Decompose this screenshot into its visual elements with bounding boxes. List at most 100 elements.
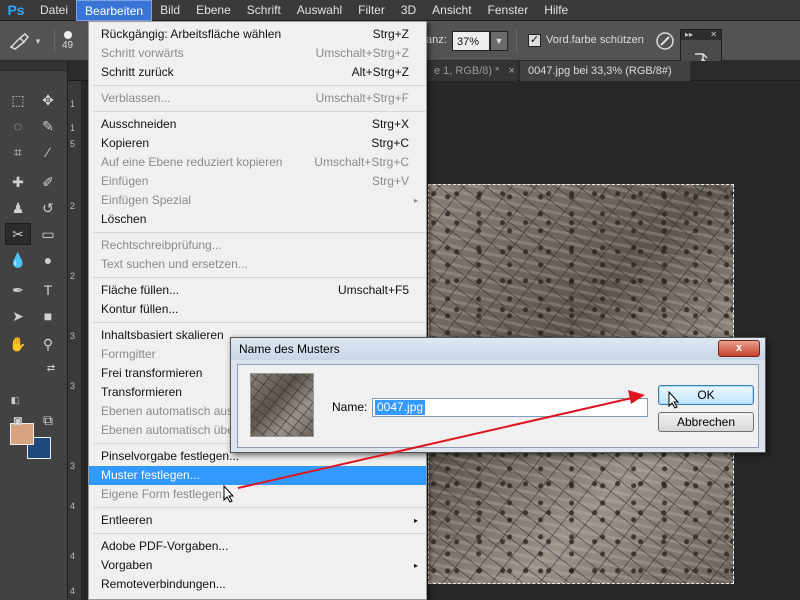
cancel-button[interactable]: Abbrechen	[658, 412, 754, 432]
menu-item-find-replace: Text suchen und ersetzen...	[101, 257, 248, 271]
menu-ansicht[interactable]: Ansicht	[424, 0, 479, 21]
shortcut: Strg+V	[371, 174, 409, 188]
submenu-arrow-icon: ▸	[413, 516, 418, 525]
menu-auswahl[interactable]: Auswahl	[289, 0, 350, 21]
tablet-pressure-icon	[656, 32, 674, 50]
quick-mask-icon[interactable]: ◙	[5, 409, 31, 431]
shortcut: Umschalt+Strg+F	[315, 91, 409, 105]
tab-document-0047[interactable]: 0047.jpg bei 33,3% (RGB/8#) ×	[520, 61, 690, 97]
quick-selection-tool-icon[interactable]: ✎	[35, 115, 61, 137]
panel-grip[interactable]	[0, 61, 67, 71]
menu-item-remote-connections[interactable]: Remoteverbindungen...	[89, 575, 426, 594]
menu-hilfe[interactable]: Hilfe	[536, 0, 576, 21]
menu-separator	[93, 507, 426, 508]
protect-foreground-checkbox[interactable]: ✓	[528, 34, 541, 47]
opacity-label: anz:	[426, 34, 447, 46]
brush-dot-icon	[64, 31, 72, 39]
dropdown-arrow-icon: ▼	[34, 36, 42, 46]
chevron-down-icon: ▼	[494, 36, 504, 46]
eyedropper-tool-icon[interactable]: ⁄	[35, 141, 61, 163]
brush-tool-icon	[9, 32, 30, 50]
menu-ebene[interactable]: Ebene	[188, 0, 239, 21]
screen-mode-icon[interactable]: ⧉	[35, 409, 61, 431]
divider	[516, 29, 517, 53]
history-brush-tool-icon[interactable]: ↺	[35, 197, 61, 219]
ruler-number: 2	[70, 271, 76, 281]
pattern-name-value: 0047.jpg	[375, 400, 426, 415]
menu-3d[interactable]: 3D	[393, 0, 424, 21]
menu-item-purge[interactable]: Entleeren ▸	[89, 511, 426, 530]
hand-tool-icon[interactable]: ✋	[5, 333, 31, 355]
menu-bild[interactable]: Bild	[152, 0, 188, 21]
rectangle-tool-icon[interactable]: ■	[35, 305, 61, 327]
menu-item-presets[interactable]: Vorgaben ▸	[89, 556, 426, 575]
brush-tool-icon[interactable]: ✐	[35, 171, 61, 193]
close-button[interactable]: x	[718, 340, 760, 357]
opacity-field[interactable]: 37%	[452, 31, 490, 51]
ruler-number: 1	[70, 99, 76, 109]
menu-filter[interactable]: Filter	[350, 0, 393, 21]
menu-separator	[93, 85, 426, 86]
eraser-tool-icon[interactable]: ✂	[5, 223, 31, 245]
crop-tool-icon[interactable]: ⌗	[5, 141, 31, 163]
menu-schrift[interactable]: Schrift	[239, 0, 289, 21]
vertical-ruler: 1 1 5 2 2 3 3 3 4 4 4	[68, 81, 82, 600]
submenu-arrow-icon: ▸	[413, 196, 418, 205]
dodge-tool-icon[interactable]: ●	[35, 249, 61, 271]
close-icon[interactable]: ×	[508, 65, 514, 77]
menu-item-step-forward: Schritt vorwärts Umschalt+Strg+Z	[89, 44, 426, 63]
menu-item-define-pattern[interactable]: Muster festlegen...	[89, 466, 426, 485]
ruler-number: 3	[70, 461, 76, 471]
shortcut: Umschalt+Strg+C	[314, 155, 409, 169]
zoom-tool-icon[interactable]: ⚲	[35, 333, 61, 355]
menu-separator	[93, 232, 426, 233]
opacity-dropdown-button[interactable]: ▼	[490, 31, 508, 51]
pattern-name-input[interactable]: 0047.jpg	[372, 398, 648, 417]
pattern-name-dialog: Name des Musters x Name: 0047.jpg OK Abb…	[230, 337, 766, 453]
bearbeiten-menu: Rückgängig: Arbeitsfläche wählen Strg+Z S…	[88, 21, 427, 600]
menu-item-cut[interactable]: Ausschneiden Strg+X	[89, 115, 426, 134]
type-tool-icon[interactable]: T	[35, 279, 61, 301]
protect-foreground-label: Vord.farbe schützen	[546, 34, 644, 46]
menu-bearbeiten[interactable]: Bearbeiten	[76, 0, 153, 21]
menu-item-fill[interactable]: Fläche füllen... Umschalt+F5	[89, 281, 426, 300]
ruler-number: 2	[70, 201, 76, 211]
photoshop-logo: Ps	[7, 2, 25, 18]
ruler-number: 5	[70, 139, 76, 149]
swap-colors-icon[interactable]: ⇄	[38, 357, 64, 379]
path-selection-tool-icon[interactable]: ➤	[5, 305, 31, 327]
divider	[54, 29, 55, 53]
shortcut: Umschalt+Strg+Z	[315, 46, 409, 60]
tab-document-1[interactable]: e 1, RGB/8) * ×	[426, 61, 518, 81]
blur-tool-icon[interactable]: 💧	[5, 249, 31, 271]
lasso-tool-icon[interactable]: ◌	[5, 115, 31, 137]
move-tool-icon[interactable]: ✥	[35, 89, 61, 111]
menu-fenster[interactable]: Fenster	[480, 0, 537, 21]
tool-preset-picker[interactable]: ▼	[8, 30, 48, 52]
default-colors-icon[interactable]: ◧	[2, 389, 28, 411]
menu-item-clear[interactable]: Löschen	[89, 210, 426, 229]
shortcut: Umschalt+F5	[337, 283, 409, 297]
menu-item-copy[interactable]: Kopieren Strg+C	[89, 134, 426, 153]
menu-datei[interactable]: Datei	[32, 0, 76, 21]
gradient-tool-icon[interactable]: ▭	[35, 223, 61, 245]
submenu-arrow-icon: ▸	[413, 561, 418, 570]
menu-separator	[93, 533, 426, 534]
close-icon[interactable]: ✕	[710, 30, 717, 40]
marquee-tool-icon[interactable]: ⬚	[5, 89, 31, 111]
shortcut: Strg+C	[371, 136, 409, 150]
brush-size-preview[interactable]: 49	[62, 31, 73, 51]
clone-stamp-tool-icon[interactable]: ♟	[5, 197, 31, 219]
menu-item-define-shape: Eigene Form festlegen...	[101, 487, 232, 501]
tab-label: e 1, RGB/8) *	[434, 65, 500, 77]
menu-item-undo[interactable]: Rückgängig: Arbeitsfläche wählen Strg+Z	[89, 25, 426, 44]
tablet-pressure-button[interactable]	[654, 30, 676, 52]
menu-item-step-backward[interactable]: Schritt zurück Alt+Strg+Z	[89, 63, 426, 82]
menu-item-pdf-presets[interactable]: Adobe PDF-Vorgaben...	[89, 537, 426, 556]
healing-brush-tool-icon[interactable]: ✚	[5, 171, 31, 193]
pen-tool-icon[interactable]: ✒	[5, 279, 31, 301]
menu-item-stroke[interactable]: Kontur füllen...	[89, 300, 426, 319]
collapse-icon[interactable]: ▸▸	[685, 30, 693, 40]
tools-panel: ⬚ ✥ ◌ ✎ ⌗ ⁄ ✚ ✐ ♟ ↺ ✂ ▭ 💧 ● ✒ T ➤ ■ ✋ ⚲ …	[0, 61, 68, 600]
dialog-title-bar[interactable]: Name des Musters x	[231, 338, 765, 360]
